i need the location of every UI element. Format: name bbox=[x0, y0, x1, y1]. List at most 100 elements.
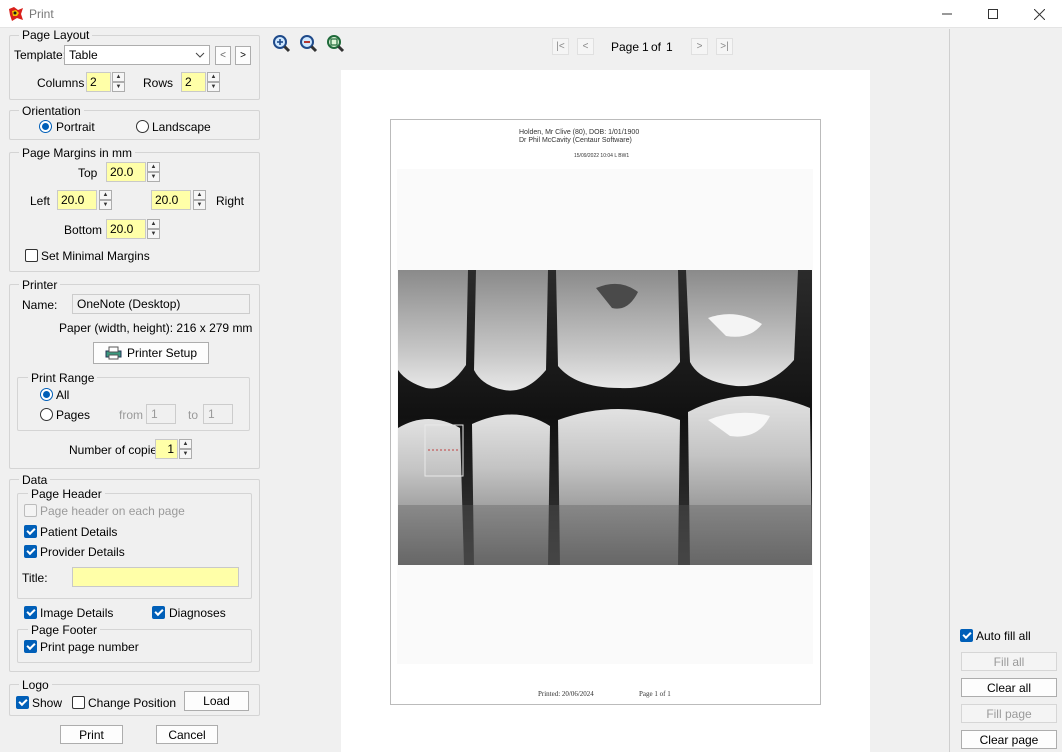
margin-top-spinner[interactable]: ▲ ▼ bbox=[147, 162, 160, 182]
rows-spinner[interactable]: ▲ ▼ bbox=[207, 72, 220, 92]
next-page-button[interactable]: > bbox=[691, 38, 708, 55]
preview-page-footer: Page 1 of 1 bbox=[639, 690, 671, 698]
last-page-button[interactable]: >| bbox=[716, 38, 733, 55]
zoom-out-icon[interactable] bbox=[299, 34, 318, 53]
header-title-label: Title: bbox=[22, 571, 48, 585]
range-to-label: to bbox=[188, 408, 199, 422]
header-each-page-checkbox[interactable] bbox=[24, 504, 37, 517]
cancel-button[interactable]: Cancel bbox=[156, 725, 218, 744]
diagnoses-checkbox[interactable] bbox=[152, 606, 165, 619]
maximize-button[interactable] bbox=[970, 0, 1016, 28]
spin-down-icon[interactable]: ▼ bbox=[193, 200, 206, 210]
title-bar bbox=[0, 0, 1062, 28]
spin-down-icon[interactable]: ▼ bbox=[99, 200, 112, 210]
margin-right-input[interactable]: 20.0 bbox=[151, 190, 191, 210]
chevron-right-icon: > bbox=[240, 50, 246, 61]
template-next-button[interactable]: > bbox=[235, 46, 251, 65]
first-page-button[interactable]: |< bbox=[552, 38, 569, 55]
preview-provider-line: Dr Phil McCavity (Centaur Software) bbox=[519, 137, 632, 144]
data-legend: Data bbox=[19, 473, 51, 487]
range-from-label: from bbox=[119, 408, 143, 422]
auto-fill-all-checkbox[interactable] bbox=[960, 629, 973, 642]
spin-up-icon[interactable]: ▲ bbox=[112, 72, 125, 82]
diagnoses-label: Diagnoses bbox=[169, 606, 226, 620]
range-all-label: All bbox=[56, 388, 70, 402]
template-value: Table bbox=[69, 48, 98, 62]
minimize-button[interactable] bbox=[924, 0, 970, 28]
template-prev-button[interactable]: < bbox=[215, 46, 231, 65]
page-current: 1 bbox=[642, 40, 649, 54]
range-pages-radio[interactable] bbox=[40, 408, 53, 421]
spin-down-icon[interactable]: ▼ bbox=[147, 172, 160, 182]
logo-load-button[interactable]: Load bbox=[184, 691, 249, 711]
columns-input[interactable]: 2 bbox=[86, 72, 111, 92]
spin-down-icon[interactable]: ▼ bbox=[112, 82, 125, 92]
zoom-fit-icon[interactable] bbox=[326, 34, 345, 53]
clear-page-button[interactable]: Clear page bbox=[961, 730, 1057, 749]
spin-up-icon[interactable]: ▲ bbox=[193, 190, 206, 200]
close-button[interactable] bbox=[1016, 0, 1062, 28]
spin-up-icon[interactable]: ▲ bbox=[99, 190, 112, 200]
rows-label: Rows bbox=[143, 76, 174, 90]
patient-details-checkbox[interactable] bbox=[24, 525, 37, 538]
header-title-input[interactable] bbox=[72, 567, 239, 587]
print-range-legend: Print Range bbox=[28, 371, 98, 385]
paper-size-text: Paper (width, height): 216 x 279 mm bbox=[59, 321, 253, 335]
margin-right-spinner[interactable]: ▲ ▼ bbox=[193, 190, 206, 210]
app-icon bbox=[9, 7, 23, 21]
printer-setup-label: Printer Setup bbox=[126, 346, 198, 360]
margin-bottom-spinner[interactable]: ▲ ▼ bbox=[147, 219, 160, 239]
image-details-checkbox[interactable] bbox=[24, 606, 37, 619]
header-each-page-label: Page header on each page bbox=[40, 504, 185, 518]
minimal-margins-checkbox[interactable] bbox=[25, 249, 38, 262]
page-layout-legend: Page Layout bbox=[19, 28, 93, 42]
spin-up-icon[interactable]: ▲ bbox=[207, 72, 220, 82]
provider-details-checkbox[interactable] bbox=[24, 545, 37, 558]
portrait-radio[interactable] bbox=[39, 120, 52, 133]
spin-down-icon[interactable]: ▼ bbox=[179, 449, 192, 459]
printer-icon bbox=[105, 346, 122, 360]
logo-show-label: Show bbox=[32, 696, 63, 710]
minimal-margins-label: Set Minimal Margins bbox=[41, 249, 150, 263]
margin-top-input[interactable]: 20.0 bbox=[106, 162, 146, 182]
rows-input[interactable]: 2 bbox=[181, 72, 206, 92]
margin-bottom-input[interactable]: 20.0 bbox=[106, 219, 146, 239]
right-panel bbox=[949, 29, 1062, 752]
copies-spinner[interactable]: ▲ ▼ bbox=[179, 439, 192, 459]
spin-down-icon[interactable]: ▼ bbox=[207, 82, 220, 92]
fill-page-button[interactable]: Fill page bbox=[961, 704, 1057, 723]
range-to-input[interactable]: 1 bbox=[203, 404, 233, 424]
fill-all-button[interactable]: Fill all bbox=[961, 652, 1057, 671]
printer-setup-button[interactable]: Printer Setup bbox=[93, 342, 209, 364]
logo-show-checkbox[interactable] bbox=[16, 696, 29, 709]
copies-input[interactable]: 1 bbox=[155, 439, 178, 459]
print-button[interactable]: Print bbox=[60, 725, 123, 744]
landscape-label: Landscape bbox=[152, 120, 211, 134]
landscape-radio[interactable] bbox=[136, 120, 149, 133]
range-all-radio[interactable] bbox=[40, 388, 53, 401]
first-page-icon: |< bbox=[556, 41, 565, 52]
margin-left-spinner[interactable]: ▲ ▼ bbox=[99, 190, 112, 210]
margin-left-input[interactable]: 20.0 bbox=[57, 190, 97, 210]
zoom-in-icon[interactable] bbox=[272, 34, 291, 53]
close-icon bbox=[1033, 8, 1045, 20]
prev-page-button[interactable]: < bbox=[577, 38, 594, 55]
orientation-legend: Orientation bbox=[19, 104, 84, 118]
chevron-down-icon bbox=[195, 52, 205, 58]
spin-up-icon[interactable]: ▲ bbox=[147, 162, 160, 172]
change-position-checkbox[interactable] bbox=[72, 696, 85, 709]
printer-name-field: OneNote (Desktop) bbox=[72, 294, 250, 314]
template-select[interactable]: Table bbox=[64, 45, 210, 65]
margin-top-label: Top bbox=[78, 166, 98, 180]
patient-details-label: Patient Details bbox=[40, 525, 118, 539]
print-page-number-checkbox[interactable] bbox=[24, 640, 37, 653]
preview-patient-line: Holden, Mr Clive (80), DOB: 1/01/1900 bbox=[519, 129, 640, 136]
columns-spinner[interactable]: ▲ ▼ bbox=[112, 72, 125, 92]
page-label: Page bbox=[611, 40, 640, 54]
xray-image[interactable] bbox=[398, 270, 812, 565]
spin-down-icon[interactable]: ▼ bbox=[147, 229, 160, 239]
spin-up-icon[interactable]: ▲ bbox=[147, 219, 160, 229]
clear-all-button[interactable]: Clear all bbox=[961, 678, 1057, 697]
range-from-input[interactable]: 1 bbox=[146, 404, 176, 424]
spin-up-icon[interactable]: ▲ bbox=[179, 439, 192, 449]
